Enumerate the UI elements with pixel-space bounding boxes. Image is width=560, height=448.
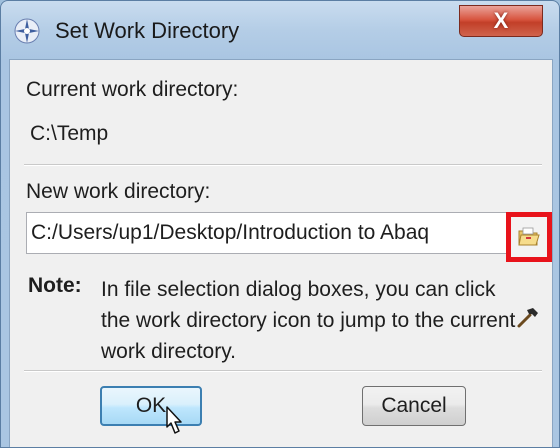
cancel-button-label: Cancel — [381, 394, 447, 417]
close-button[interactable]: X — [459, 5, 543, 37]
new-dir-input[interactable] — [26, 212, 508, 254]
dialog-body: Current work directory: C:\Temp New work… — [9, 59, 553, 447]
close-icon: X — [493, 8, 509, 33]
set-work-directory-dialog: Set Work Directory X Current work direct… — [0, 0, 560, 448]
separator — [24, 164, 542, 166]
hammer-icon — [517, 308, 538, 328]
note-text: In file selection dialog boxes, you can … — [101, 278, 516, 363]
current-dir-label: Current work directory: — [26, 78, 239, 101]
footer-separator — [24, 370, 542, 372]
mouse-cursor-icon — [166, 406, 182, 434]
note-label: Note: — [28, 274, 82, 297]
cancel-button[interactable]: Cancel — [362, 386, 466, 426]
title-bar[interactable]: Set Work Directory X — [1, 1, 559, 61]
window-title: Set Work Directory — [55, 18, 240, 43]
folder-open-icon — [518, 227, 540, 246]
current-dir-value: C:\Temp — [30, 122, 109, 145]
browse-folder-button[interactable] — [506, 212, 552, 262]
new-dir-label: New work directory: — [26, 180, 211, 203]
abaqus-app-icon — [14, 18, 40, 44]
